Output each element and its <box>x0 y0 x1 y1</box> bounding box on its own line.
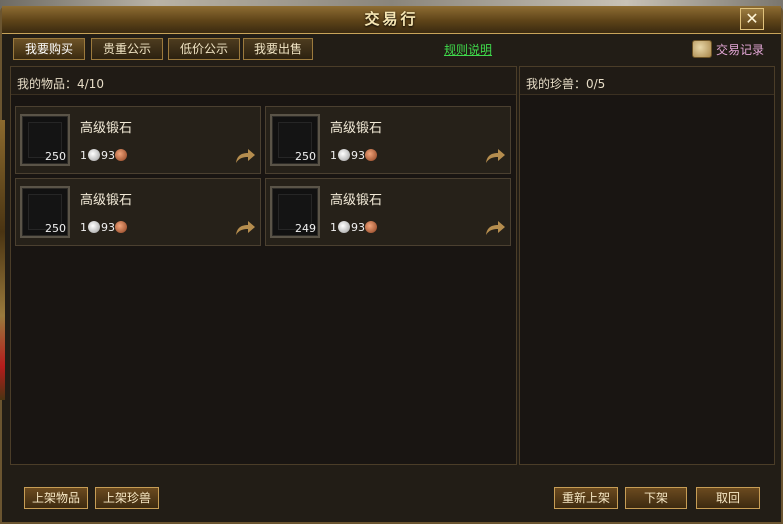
panel-header: 我的珍兽：0/5 <box>520 67 774 95</box>
item-name: 高级锻石 <box>330 121 383 136</box>
silver-coin-icon <box>338 221 350 233</box>
close-button[interactable]: ✕ <box>740 8 764 30</box>
item-name: 高级锻石 <box>80 121 133 136</box>
item-slot[interactable]: 249 <box>270 186 320 238</box>
list-pet-button[interactable]: 上架珍兽 <box>95 487 159 509</box>
price-gold: 1 <box>80 221 87 234</box>
window-title: 交易行 <box>364 10 419 28</box>
my-pets-count: 我的珍兽：0/5 <box>526 77 606 91</box>
panel-header: 我的物品：4/10 <box>11 67 516 95</box>
share-arrow-icon[interactable] <box>484 147 506 165</box>
delist-button[interactable]: 下架 <box>625 487 687 509</box>
my-items-count: 我的物品：4/10 <box>17 77 104 91</box>
price-silver: 93 <box>101 149 115 162</box>
share-arrow-icon[interactable] <box>234 219 256 237</box>
copper-coin-icon <box>115 149 127 161</box>
withdraw-button[interactable]: 取回 <box>696 487 760 509</box>
silver-coin-icon <box>88 221 100 233</box>
item-card[interactable]: 249 高级锻石 1 93 <box>265 178 511 246</box>
item-quantity: 250 <box>295 150 316 163</box>
price-gold: 1 <box>80 149 87 162</box>
tab-buy[interactable]: 我要购买 <box>13 38 85 60</box>
silver-coin-icon <box>338 149 350 161</box>
close-icon: ✕ <box>745 9 759 28</box>
item-slot[interactable]: 250 <box>20 114 70 166</box>
price-silver: 93 <box>101 221 115 234</box>
trade-log-button[interactable]: 交易记录 <box>692 38 774 60</box>
rules-link[interactable]: 规则说明 <box>444 41 492 58</box>
item-card[interactable]: 250 高级锻石 1 93 <box>15 178 261 246</box>
item-slot[interactable]: 250 <box>270 114 320 166</box>
copper-coin-icon <box>115 221 127 233</box>
item-slot[interactable]: 250 <box>20 186 70 238</box>
share-arrow-icon[interactable] <box>484 219 506 237</box>
item-quantity: 250 <box>45 222 66 235</box>
item-quantity: 250 <box>45 150 66 163</box>
side-tab-strip <box>0 120 5 400</box>
silver-coin-icon <box>88 149 100 161</box>
price-silver: 93 <box>351 149 365 162</box>
item-name: 高级锻石 <box>80 193 133 208</box>
item-card[interactable]: 250 高级锻石 1 93 <box>265 106 511 174</box>
price-silver: 93 <box>351 221 365 234</box>
trade-log-label: 交易记录 <box>716 43 765 57</box>
tab-valuable-notice[interactable]: 贵重公示 <box>91 38 163 60</box>
relist-button[interactable]: 重新上架 <box>554 487 618 509</box>
item-card[interactable]: 250 高级锻石 1 93 <box>15 106 261 174</box>
scroll-icon <box>692 40 712 58</box>
list-item-button[interactable]: 上架物品 <box>24 487 88 509</box>
tab-sell[interactable]: 我要出售 <box>243 38 313 60</box>
item-quantity: 249 <box>295 222 316 235</box>
my-pets-panel: 我的珍兽：0/5 <box>519 66 775 465</box>
price-gold: 1 <box>330 149 337 162</box>
share-arrow-icon[interactable] <box>234 147 256 165</box>
item-name: 高级锻石 <box>330 193 383 208</box>
copper-coin-icon <box>365 221 377 233</box>
price-gold: 1 <box>330 221 337 234</box>
copper-coin-icon <box>365 149 377 161</box>
tab-lowprice-notice[interactable]: 低价公示 <box>168 38 240 60</box>
